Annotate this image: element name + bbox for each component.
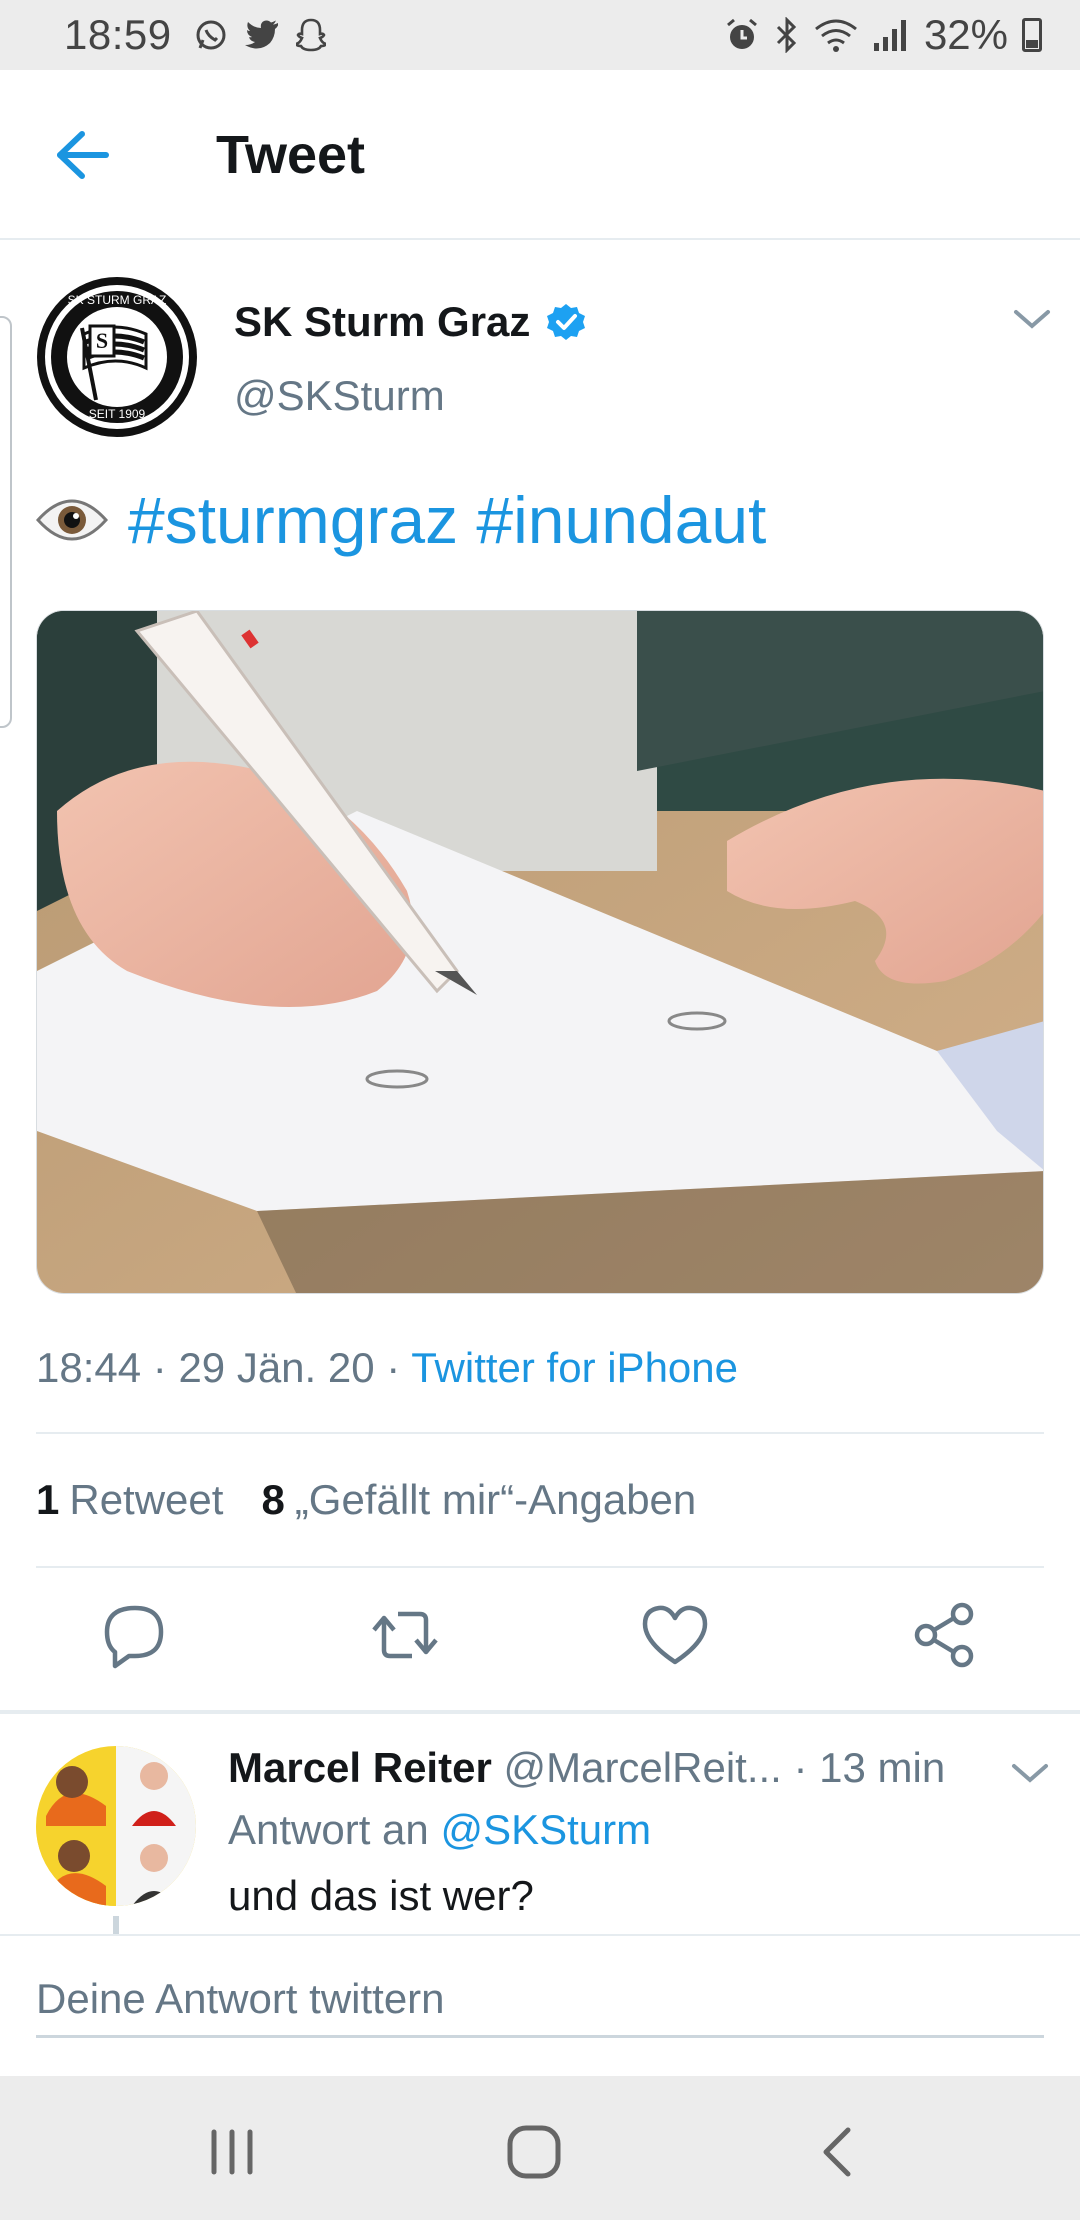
author-name-label: SK Sturm Graz xyxy=(234,298,531,345)
like-count: 8 xyxy=(261,1476,285,1523)
chevron-down-icon[interactable] xyxy=(1012,304,1052,334)
compose-bar xyxy=(0,1934,1080,2076)
reply-to-label: Antwort an xyxy=(228,1806,429,1853)
author-name[interactable]: SK Sturm Graz xyxy=(234,298,586,346)
status-bar: 18:59 32% xyxy=(0,0,1080,70)
status-time: 18:59 xyxy=(64,11,172,58)
share-icon[interactable] xyxy=(910,1600,980,1670)
divider xyxy=(36,1566,1044,1568)
reply-header: Marcel Reiter @MarcelReit... · 13 min xyxy=(228,1744,945,1792)
like-stat[interactable]: 8 „Gefällt mir“-Angaben xyxy=(261,1476,696,1524)
reply-compose-input[interactable] xyxy=(36,1962,1044,2038)
thread-line xyxy=(113,1916,119,1936)
tweet-actions xyxy=(0,1600,1080,1684)
like-stat-label: „Gefällt mir“-Angaben xyxy=(294,1476,697,1523)
home-icon[interactable] xyxy=(502,2120,566,2184)
tweet-stats: 1 Retweet 8 „Gefällt mir“-Angaben xyxy=(36,1476,696,1524)
twitter-icon xyxy=(244,20,278,49)
snapchat-icon xyxy=(295,18,326,52)
tweet-media-image[interactable] xyxy=(36,610,1044,1294)
tweet-date: 29 Jän. 20 xyxy=(178,1344,375,1391)
svg-text:S: S xyxy=(96,328,108,353)
chevron-down-icon[interactable] xyxy=(1010,1758,1050,1788)
reply-author-handle[interactable]: @MarcelReit... xyxy=(503,1744,781,1791)
verified-badge-icon xyxy=(547,304,586,340)
wifi-icon xyxy=(815,19,857,52)
svg-text:SEIT 1909: SEIT 1909 xyxy=(89,407,146,421)
retweet-icon[interactable] xyxy=(370,1600,440,1670)
meme-avatar-image xyxy=(36,1746,196,1906)
reply-to-handle[interactable]: @SKSturm xyxy=(440,1806,651,1853)
author-handle[interactable]: @SKSturm xyxy=(234,372,445,420)
reply-icon[interactable] xyxy=(100,1600,170,1670)
reply-text: und das ist wer? xyxy=(228,1872,534,1919)
app-header: Tweet xyxy=(0,70,1080,240)
back-icon[interactable] xyxy=(806,2120,870,2184)
arrow-left-icon[interactable] xyxy=(52,128,112,182)
retweet-stat-label: Retweet xyxy=(69,1476,224,1523)
tweet-source-link[interactable]: Twitter for iPhone xyxy=(411,1344,738,1391)
whatsapp-icon xyxy=(196,20,226,50)
divider xyxy=(36,1432,1044,1434)
retweet-count: 1 xyxy=(36,1476,60,1523)
tweet-text: #sturmgraz #inundaut xyxy=(36,482,766,558)
hashtags-link[interactable]: #sturmgraz #inundaut xyxy=(128,482,766,558)
battery-percent: 32% xyxy=(923,11,1008,58)
reply-avatar[interactable] xyxy=(36,1746,196,1906)
signal-icon xyxy=(873,20,906,51)
club-logo: S SK STURM GRAZ SEIT 1909 xyxy=(37,277,197,437)
bluetooth-icon xyxy=(776,17,797,53)
reply-to-line: Antwort an @SKSturm xyxy=(228,1806,651,1854)
avatar[interactable]: S SK STURM GRAZ SEIT 1909 xyxy=(36,276,198,438)
section-divider xyxy=(0,1710,1080,1714)
eye-emoji-icon xyxy=(36,499,108,541)
svg-text:SK STURM GRAZ: SK STURM GRAZ xyxy=(68,293,167,307)
battery-icon xyxy=(1022,18,1042,52)
like-icon[interactable] xyxy=(640,1600,710,1670)
page-title: Tweet xyxy=(216,125,366,185)
retweet-stat[interactable]: 1 Retweet xyxy=(36,1476,223,1524)
system-nav-bar xyxy=(0,2076,1080,2220)
reply-time: · 13 min xyxy=(793,1744,946,1791)
reply-author-name[interactable]: Marcel Reiter xyxy=(228,1744,492,1791)
tweet-time: 18:44 xyxy=(36,1344,142,1391)
alarm-icon xyxy=(726,18,757,49)
signing-photo xyxy=(37,611,1043,1293)
tweet-meta: 18:44 · 29 Jän. 20 · Twitter for iPhone xyxy=(36,1344,738,1391)
recent-apps-icon[interactable] xyxy=(200,2120,264,2184)
edge-panel-handle[interactable] xyxy=(0,316,12,728)
